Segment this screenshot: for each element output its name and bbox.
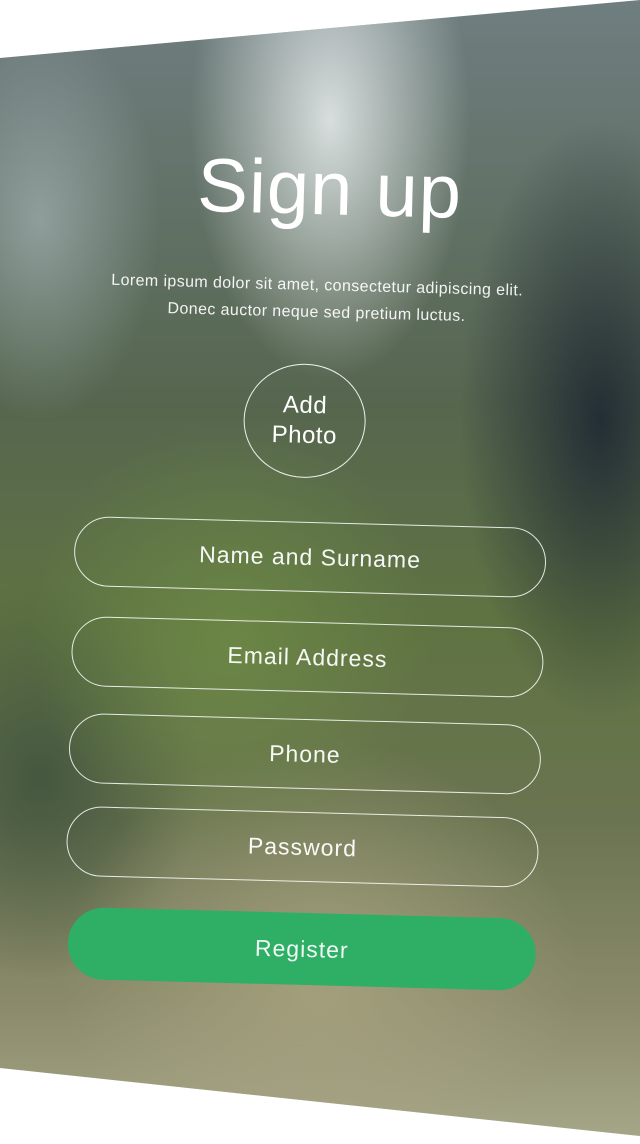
signup-form: Sign up Lorem ipsum dolor sit amet, cons… [0, 0, 640, 1136]
add-photo-label: Add Photo [254, 390, 356, 453]
phone-field[interactable] [68, 712, 542, 796]
add-photo-label-line-2: Photo [271, 420, 338, 450]
name-field[interactable] [73, 515, 547, 599]
blurred-forest-background: Sign up Lorem ipsum dolor sit amet, cons… [0, 0, 640, 1136]
email-field[interactable] [70, 615, 545, 699]
page-description: Lorem ipsum dolor sit amet, consectetur … [66, 266, 567, 333]
page-title: Sign up [196, 142, 464, 235]
add-photo-button[interactable]: Add Photo [242, 362, 368, 480]
register-button[interactable]: Register [66, 906, 537, 992]
password-field[interactable] [65, 805, 540, 889]
add-photo-label-line-1: Add [282, 391, 328, 420]
